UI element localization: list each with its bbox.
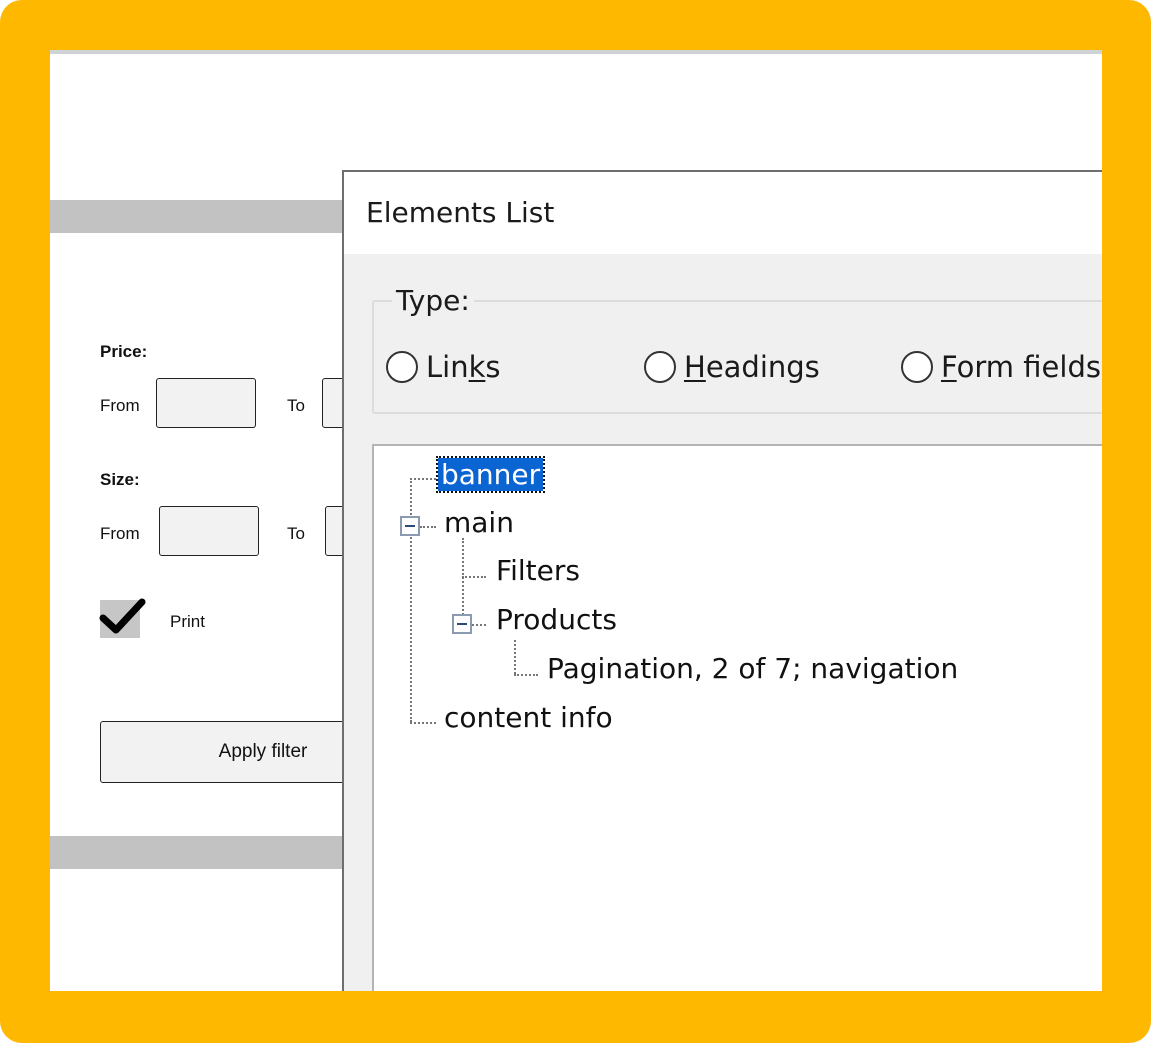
radio-links-label: Links — [426, 350, 501, 384]
tree-item-content-info[interactable]: content info — [444, 701, 613, 734]
price-from-label: From — [100, 396, 140, 415]
tree-item-pagination[interactable]: Pagination, 2 of 7; navigation — [547, 652, 958, 685]
tree-item-main[interactable]: main — [444, 506, 514, 539]
dialog-title: Elements List — [366, 196, 555, 229]
tree-connector — [410, 478, 436, 480]
tree-item-banner[interactable]: banner — [435, 456, 546, 493]
landmarks-tree[interactable]: banner main Filters Products Pagination,… — [372, 444, 1102, 991]
collapse-main-icon[interactable] — [400, 516, 420, 536]
elements-list-dialog: Elements List Type: Links Headings Form … — [342, 170, 1102, 991]
radio-form-fields-label: Form fields — [941, 350, 1101, 384]
dialog-titlebar: Elements List — [344, 172, 1102, 254]
tree-connector — [420, 526, 436, 528]
price-label: Price: — [100, 342, 148, 361]
radio-headings-circle[interactable] — [644, 351, 676, 383]
tree-connector — [514, 674, 538, 676]
radio-headings[interactable]: Headings — [644, 350, 820, 384]
price-to-label: To — [287, 396, 305, 415]
tree-item-filters[interactable]: Filters — [496, 554, 580, 587]
type-legend: Type: — [392, 284, 474, 317]
radio-form-fields[interactable]: Form fields — [901, 350, 1101, 384]
highlight-frame: Price: From To Size: From To Print Apply… — [0, 0, 1151, 1043]
page-viewport: Price: From To Size: From To Print Apply… — [50, 50, 1102, 991]
tree-root-connector — [410, 478, 412, 722]
print-label: Print — [170, 612, 205, 631]
checkmark-icon — [99, 598, 146, 634]
tree-connector — [472, 624, 486, 626]
radio-links[interactable]: Links — [386, 350, 501, 384]
tree-connector — [462, 576, 486, 578]
footer-bar — [50, 836, 350, 869]
print-checkbox[interactable] — [99, 598, 146, 638]
collapse-products-icon[interactable] — [452, 614, 472, 634]
size-from-label: From — [100, 524, 140, 543]
size-label: Size: — [100, 470, 140, 489]
radio-links-circle[interactable] — [386, 351, 418, 383]
radio-headings-label: Headings — [684, 350, 820, 384]
price-from-input[interactable] — [156, 378, 256, 428]
tree-connector — [410, 722, 436, 724]
size-from-input[interactable] — [159, 506, 259, 556]
tree-products-connector — [514, 640, 516, 674]
radio-form-fields-circle[interactable] — [901, 351, 933, 383]
size-to-label: To — [287, 524, 305, 543]
header-bar — [50, 200, 350, 233]
tree-main-connector — [462, 538, 464, 626]
tree-item-products[interactable]: Products — [496, 603, 617, 636]
